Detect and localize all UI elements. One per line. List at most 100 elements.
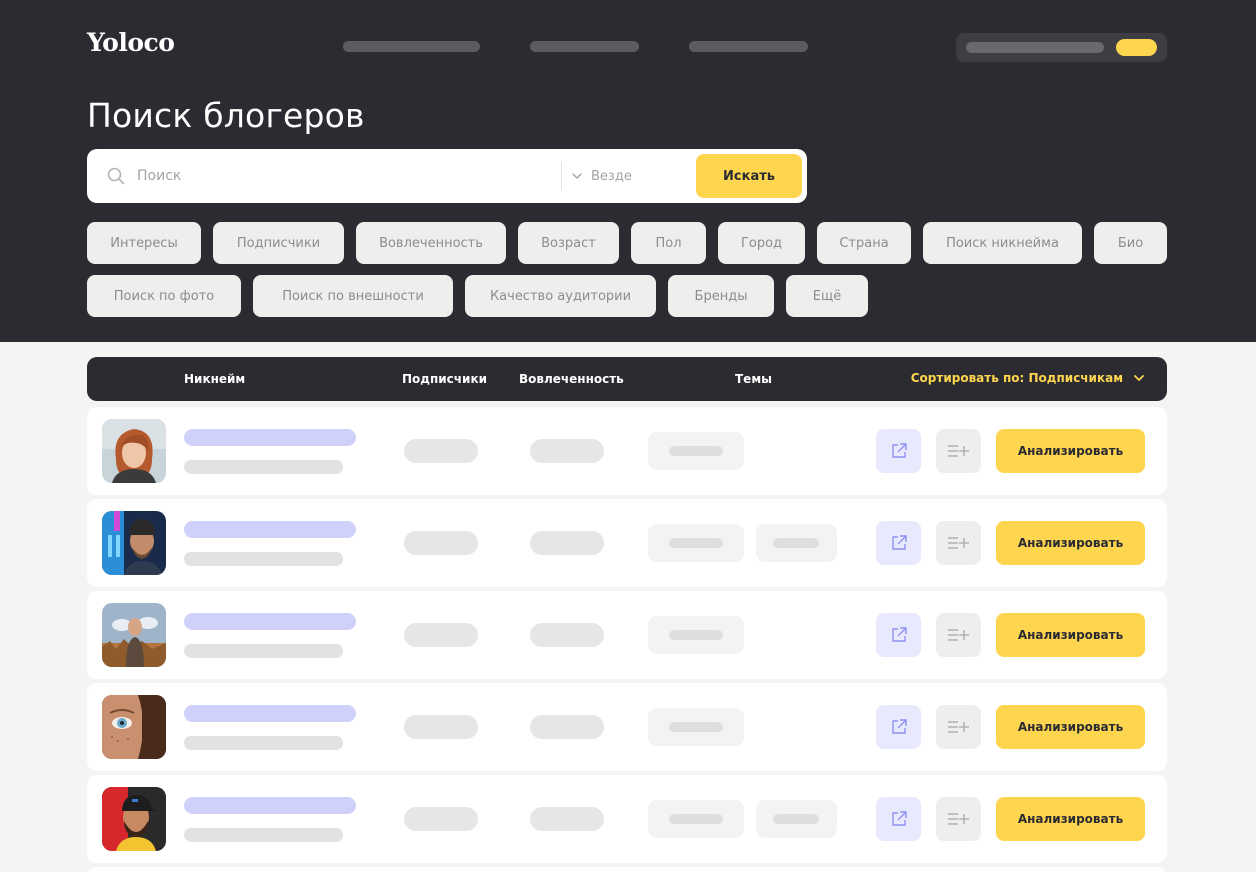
engagement-placeholder	[530, 715, 604, 739]
column-nickname: Никнейм	[184, 372, 246, 386]
table-row[interactable]: Анализировать	[87, 591, 1167, 679]
topic-tag	[648, 432, 744, 470]
search-divider	[561, 162, 562, 190]
add-to-list-icon	[947, 537, 969, 549]
table-row[interactable]	[87, 867, 1167, 872]
handle-placeholder	[184, 460, 343, 474]
analyze-button[interactable]: Анализировать	[996, 613, 1145, 657]
add-to-list-icon	[947, 721, 969, 733]
avatar[interactable]	[102, 695, 166, 759]
open-profile-button[interactable]	[876, 521, 921, 565]
open-profile-button[interactable]	[876, 797, 921, 841]
filter-age[interactable]: Возраст	[518, 222, 619, 264]
filter-gender[interactable]: Пол	[631, 222, 706, 264]
account-name-placeholder	[966, 42, 1104, 53]
filter-more[interactable]: Ещё	[786, 275, 868, 317]
chevron-down-icon	[1134, 375, 1144, 381]
subscribers-placeholder	[404, 623, 478, 647]
table-row[interactable]: Анализировать	[87, 499, 1167, 587]
engagement-placeholder	[530, 623, 604, 647]
account-badge[interactable]	[1116, 39, 1157, 56]
topic-tag	[648, 616, 744, 654]
nickname-placeholder	[184, 521, 356, 538]
search-icon	[107, 167, 125, 185]
column-subscribers: Подписчики	[402, 372, 487, 386]
logo[interactable]: Yoloco	[87, 28, 175, 57]
filter-subscribers[interactable]: Подписчики	[213, 222, 344, 264]
topic-tag	[648, 708, 744, 746]
nickname-placeholder	[184, 429, 356, 446]
subscribers-placeholder	[404, 807, 478, 831]
column-engagement: Вовлеченность	[519, 372, 624, 386]
nickname-placeholder	[184, 797, 356, 814]
filter-bio[interactable]: Био	[1094, 222, 1167, 264]
add-to-list-icon	[947, 813, 969, 825]
add-to-list-icon	[947, 629, 969, 641]
nav-item-3[interactable]	[689, 41, 808, 52]
search-scope-value: Везде	[591, 168, 632, 184]
results-table-header: Никнейм Подписчики Вовлеченность Темы Со…	[87, 357, 1167, 401]
nickname-placeholder	[184, 705, 356, 722]
external-link-icon	[891, 811, 907, 826]
sort-label: Сортировать по: Подписчикам	[910, 371, 1123, 385]
external-link-icon	[891, 535, 907, 550]
handle-placeholder	[184, 644, 343, 658]
subscribers-placeholder	[404, 531, 478, 555]
engagement-placeholder	[530, 439, 604, 463]
filter-photo-search[interactable]: Поиск по фото	[87, 275, 241, 317]
add-to-list-button[interactable]	[936, 429, 981, 473]
open-profile-button[interactable]	[876, 705, 921, 749]
filter-audience-quality[interactable]: Качество аудитории	[465, 275, 656, 317]
add-to-list-button[interactable]	[936, 705, 981, 749]
filter-nickname-search[interactable]: Поиск никнейма	[923, 222, 1082, 264]
table-row[interactable]: Анализировать	[87, 407, 1167, 495]
column-topics: Темы	[735, 372, 772, 386]
subscribers-placeholder	[404, 715, 478, 739]
table-row[interactable]: Анализировать	[87, 683, 1167, 771]
analyze-button[interactable]: Анализировать	[996, 429, 1145, 473]
avatar[interactable]	[102, 511, 166, 575]
add-to-list-button[interactable]	[936, 797, 981, 841]
engagement-placeholder	[530, 531, 604, 555]
analyze-button[interactable]: Анализировать	[996, 521, 1145, 565]
handle-placeholder	[184, 828, 343, 842]
engagement-placeholder	[530, 807, 604, 831]
filter-country[interactable]: Страна	[817, 222, 911, 264]
analyze-button[interactable]: Анализировать	[996, 705, 1145, 749]
add-to-list-icon	[947, 445, 969, 457]
nav-item-2[interactable]	[530, 41, 639, 52]
sort-dropdown[interactable]: Сортировать по: Подписчикам	[911, 371, 1145, 385]
avatar[interactable]	[102, 787, 166, 851]
external-link-icon	[891, 719, 907, 734]
open-profile-button[interactable]	[876, 613, 921, 657]
account-widget[interactable]	[956, 33, 1167, 62]
handle-placeholder	[184, 552, 343, 566]
nav-item-1[interactable]	[343, 41, 480, 52]
analyze-button[interactable]: Анализировать	[996, 797, 1145, 841]
subscribers-placeholder	[404, 439, 478, 463]
open-profile-button[interactable]	[876, 429, 921, 473]
nickname-placeholder	[184, 613, 356, 630]
external-link-icon	[891, 627, 907, 642]
topic-tag	[648, 800, 744, 838]
filter-interests[interactable]: Интересы	[87, 222, 201, 264]
avatar[interactable]	[102, 603, 166, 667]
search-input[interactable]	[137, 159, 547, 193]
table-row[interactable]: Анализировать	[87, 775, 1167, 863]
topic-tag	[756, 800, 837, 838]
search-scope-select[interactable]: Везде	[571, 159, 691, 193]
handle-placeholder	[184, 736, 343, 750]
chevron-down-icon	[572, 173, 582, 179]
top-section: Yoloco Поиск блогеров Везде Искать Интер…	[0, 0, 1256, 342]
page-title: Поиск блогеров	[87, 96, 365, 135]
search-bar: Везде Искать	[87, 149, 807, 203]
search-submit-button[interactable]: Искать	[696, 154, 802, 198]
filter-appearance-search[interactable]: Поиск по внешности	[253, 275, 453, 317]
filter-brands[interactable]: Бренды	[668, 275, 774, 317]
filter-engagement[interactable]: Вовлеченность	[356, 222, 506, 264]
topic-tag	[648, 524, 744, 562]
add-to-list-button[interactable]	[936, 521, 981, 565]
add-to-list-button[interactable]	[936, 613, 981, 657]
avatar[interactable]	[102, 419, 166, 483]
filter-city[interactable]: Город	[718, 222, 805, 264]
